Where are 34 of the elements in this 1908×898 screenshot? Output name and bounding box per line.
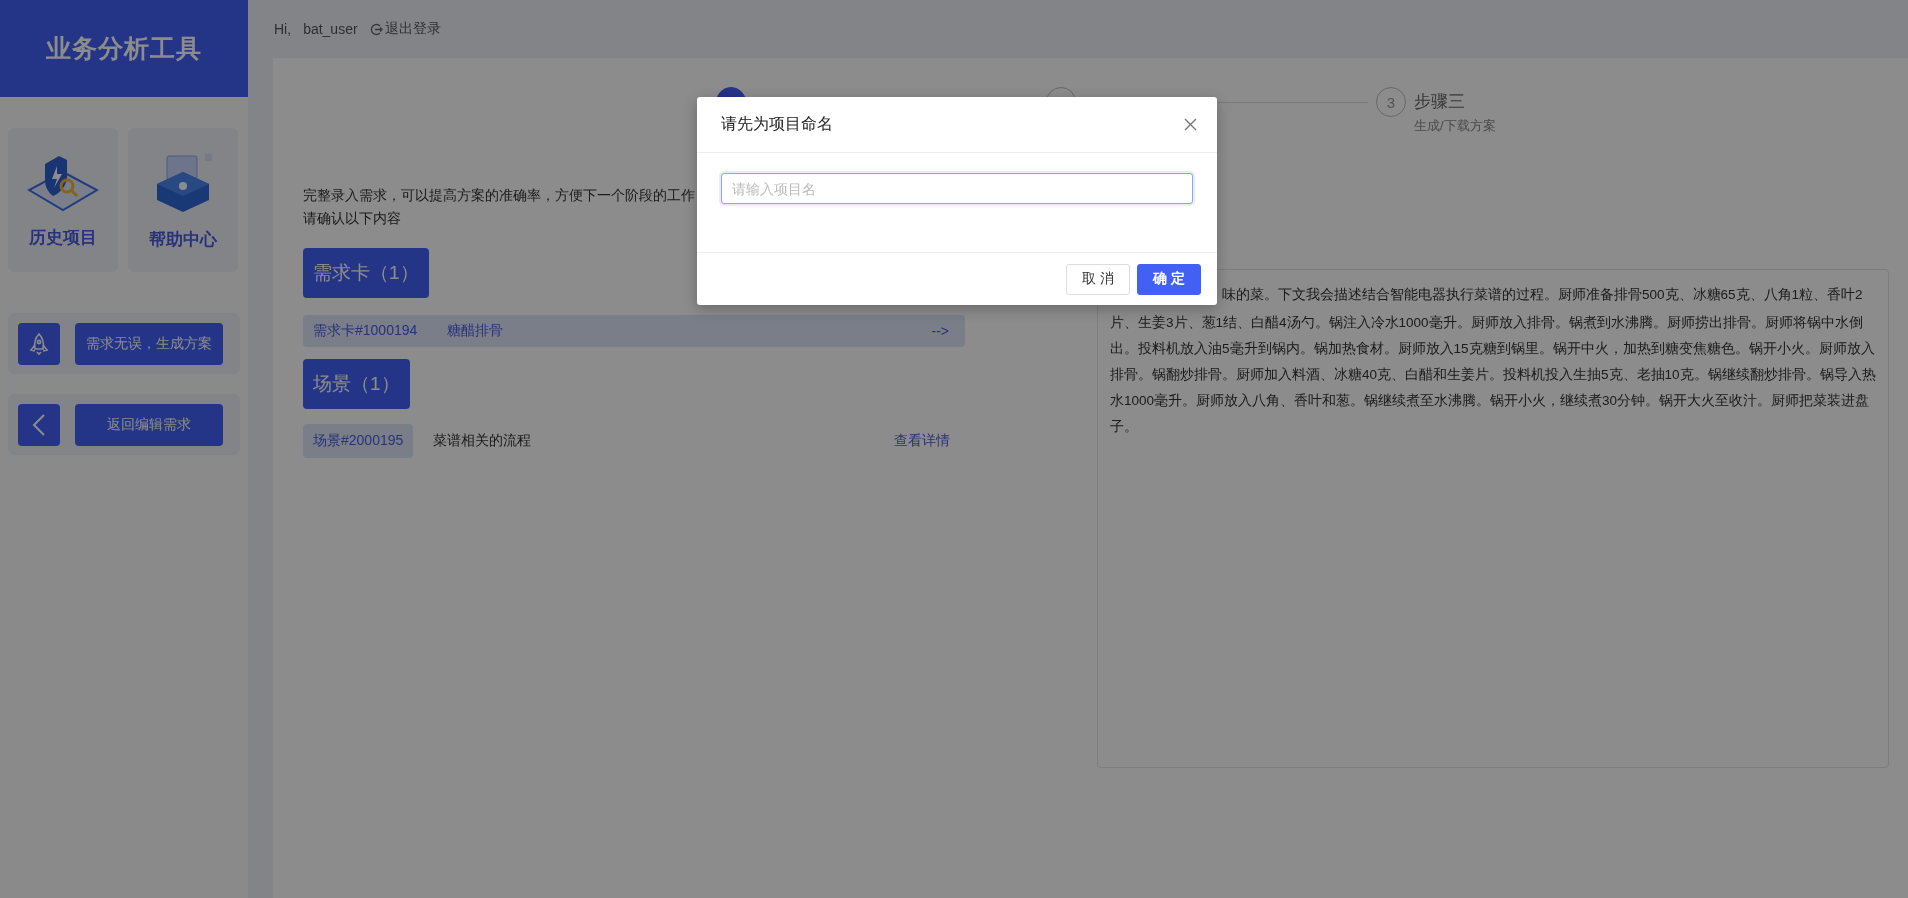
description-text: 片、生姜3片、葱1结、白醋4汤勺。锅注入冷水1000毫升。厨师放入排骨。锅煮到水沸腾。厨师捞出排骨。厨师将锅中水倒出。投料机放入油5毫升到锅内。锅加热食材。厨师放入15克糖到锅里。锅开中火，加热到糖变焦糖色。锅开小火。厨师放入排骨。锅翻炒排骨。厨师加入料酒、冰糖40克、白醋和生姜片。投料机投入生抽5克、老抽10克。锅继续翻炒排骨。锅导入热水1000毫升。厨师放入八角、香叶和葱。锅继续煮至水沸腾。锅开小火，继续煮30分钟。锅开大火至收汁。厨师把菜装进盘子。 [1110, 314, 1876, 436]
nav-tile[interactable]: 帮助中心 [128, 128, 238, 272]
nav-tile[interactable]: 历史项目 [8, 128, 118, 272]
rocket-icon [29, 331, 49, 356]
close-icon [1184, 118, 1197, 131]
logout-icon [369, 22, 383, 36]
step-title: 步骤三 [1414, 91, 1466, 113]
logout-link[interactable]: 退出登录 [369, 20, 441, 38]
step-description: 生成/下载方案 [1414, 117, 1496, 135]
section-heading: 需求卡（1） [303, 248, 429, 298]
confirm-button[interactable]: 确 定 [1137, 263, 1201, 295]
action-button[interactable]: 返回编辑需求 [75, 403, 223, 446]
section-heading: 场景（1） [303, 359, 410, 409]
description-text: 味的菜。下文我会描述结合智能电器执行菜谱的过程。厨师准备排骨500克、冰糖65克、八角1粒、香叶2 [1222, 286, 1863, 304]
close-button[interactable] [1182, 116, 1199, 133]
open-link[interactable]: --> [931, 323, 949, 339]
greeting: Hi, [274, 21, 292, 37]
intro-text: 完整录入需求，可以提高方案的准确率，方便下一个阶段的工作 [303, 186, 695, 205]
card-id: 需求卡#1000194 [313, 322, 419, 340]
details-link[interactable]: 查看详情 [894, 432, 950, 450]
scene-name: 菜谱相关的流程 [433, 432, 533, 450]
cancel-button[interactable]: 取 消 [1066, 263, 1131, 295]
icon-button[interactable] [18, 403, 60, 446]
scene-id-tag: 场景#2000195 [303, 424, 414, 458]
icon-button[interactable] [18, 322, 60, 365]
action-button[interactable]: 需求无误，生成方案 [75, 322, 223, 365]
chevron-left-icon [32, 412, 46, 437]
app-title: 业务分析工具 [0, 0, 248, 97]
project-name-input[interactable]: 请输入项目名 [721, 173, 1193, 204]
card-name: 糖醋排骨 [447, 322, 504, 340]
intro-text: 请确认以下内容 [303, 209, 401, 228]
step-circle: 3 [1376, 87, 1406, 117]
dialog-title: 请先为项目命名 [721, 114, 833, 134]
user-name: bat_user [303, 21, 358, 37]
